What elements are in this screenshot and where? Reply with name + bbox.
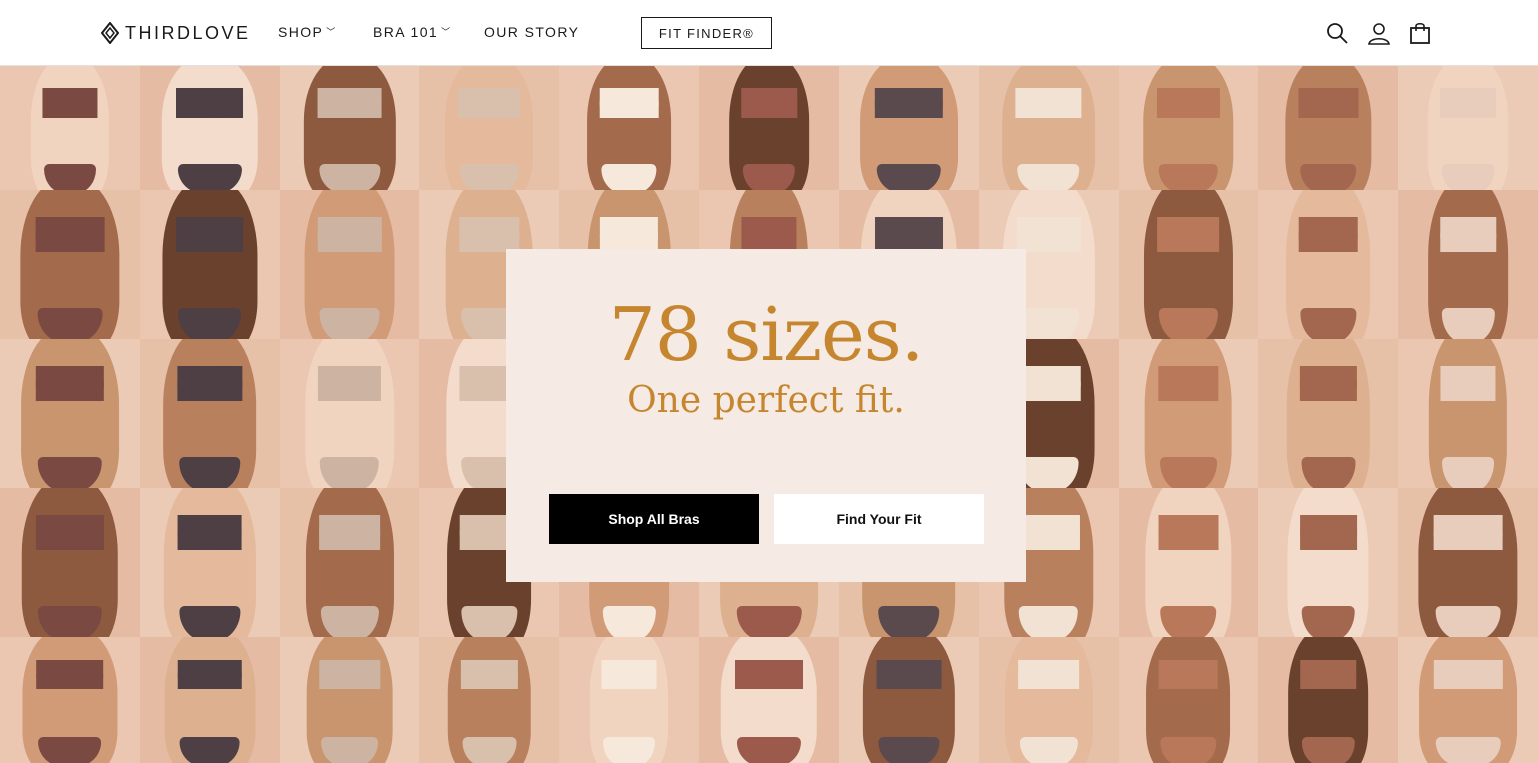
model-photo: [1118, 488, 1259, 637]
model-photo: [419, 66, 560, 190]
model-photo: [1258, 190, 1399, 339]
shop-all-bras-button[interactable]: Shop All Bras: [549, 494, 759, 544]
model-photo: [1118, 339, 1259, 488]
thirdlove-logo[interactable]: THIRDLOVE: [101, 22, 251, 44]
chevron-down-icon: ﹀: [326, 26, 337, 37]
model-photo: [0, 339, 140, 488]
site-header: THIRDLOVE SHOP ﹀ BRA 101 ﹀ OUR STORY FIT…: [0, 0, 1538, 66]
nav-our-story[interactable]: OUR STORY: [484, 24, 579, 40]
model-photo: [279, 66, 420, 190]
model-photo: [978, 66, 1119, 190]
hero-card: 78 sizes. One perfect fit. Shop All Bras…: [506, 249, 1026, 582]
model-photo: [0, 488, 140, 637]
model-photo: [0, 637, 140, 763]
model-photo: [1118, 637, 1259, 763]
model-photo: [139, 488, 280, 637]
model-photo: [1258, 488, 1399, 637]
hero-headline: 78 sizes.: [608, 292, 925, 378]
model-photo: [1398, 190, 1538, 339]
chevron-down-icon: ﹀: [441, 26, 452, 37]
model-photo: [279, 339, 420, 488]
model-photo: [1258, 66, 1399, 190]
model-photo: [1258, 637, 1399, 763]
nav-bra-101[interactable]: BRA 101 ﹀: [373, 24, 451, 40]
model-photo: [0, 66, 140, 190]
model-photo: [838, 66, 979, 190]
model-photo: [838, 637, 979, 763]
search-icon[interactable]: [1325, 21, 1349, 45]
model-photo: [699, 66, 839, 190]
model-photo: [699, 637, 839, 763]
model-photo: [419, 637, 560, 763]
find-your-fit-button[interactable]: Find Your Fit: [774, 494, 984, 544]
model-photo: [1398, 66, 1538, 190]
model-photo: [1258, 339, 1399, 488]
model-photo: [1118, 66, 1259, 190]
model-photo: [1118, 190, 1259, 339]
model-photo: [559, 637, 700, 763]
model-photo: [139, 637, 280, 763]
account-icon[interactable]: [1367, 21, 1391, 45]
cart-icon[interactable]: [1408, 21, 1432, 45]
model-photo: [279, 637, 420, 763]
model-photo: [279, 488, 420, 637]
model-photo: [139, 190, 280, 339]
model-photo: [1398, 488, 1538, 637]
diamond-logo-icon: [101, 22, 119, 44]
nav-our-story-label: OUR STORY: [484, 24, 580, 40]
model-photo: [139, 339, 280, 488]
logo-text: THIRDLOVE: [125, 22, 251, 43]
hero-subline: One perfect fit.: [627, 380, 905, 421]
model-photo: [1398, 637, 1538, 763]
model-photo: [1398, 339, 1538, 488]
nav-bra-101-label: BRA 101: [373, 24, 439, 40]
model-photo: [0, 190, 140, 339]
model-photo: [139, 66, 280, 190]
fit-finder-button[interactable]: FIT FINDER®: [641, 17, 772, 49]
model-photo: [978, 637, 1119, 763]
model-photo: [559, 66, 700, 190]
nav-shop[interactable]: SHOP ﹀: [278, 24, 337, 40]
model-photo: [279, 190, 420, 339]
nav-shop-label: SHOP: [278, 24, 324, 40]
